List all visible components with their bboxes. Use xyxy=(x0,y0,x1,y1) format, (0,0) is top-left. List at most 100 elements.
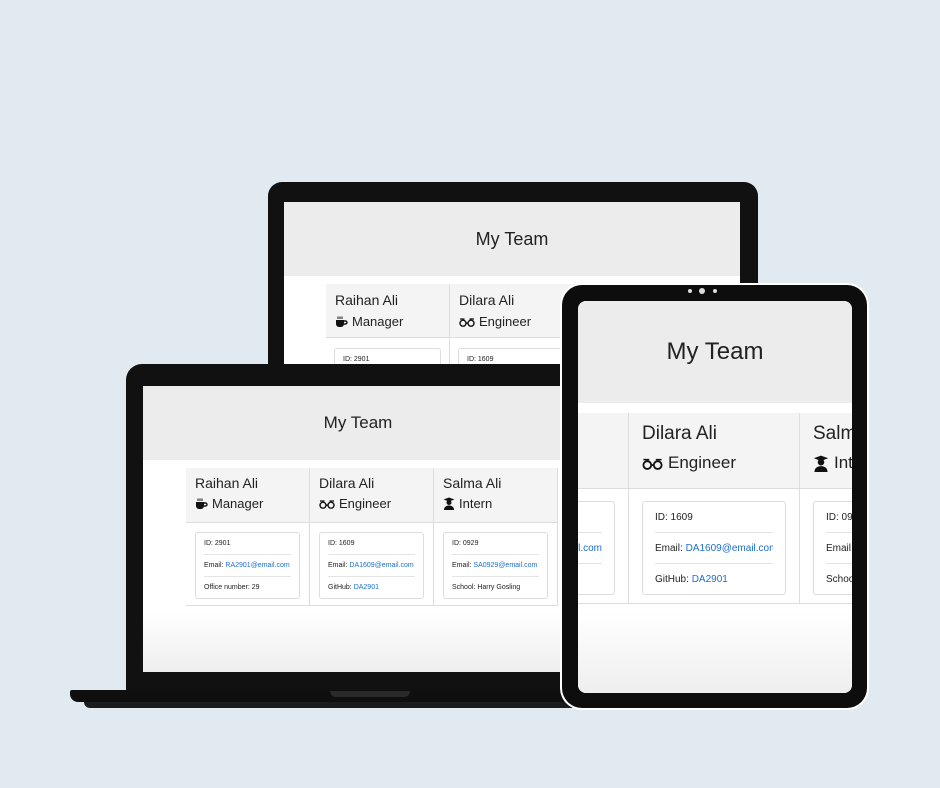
employee-role: Engineer xyxy=(319,496,424,511)
employee-github: GitHub: DA2901 xyxy=(328,577,415,598)
email-link[interactable]: SA0929@email.com xyxy=(473,562,537,569)
employee-name: Salma Ali xyxy=(443,475,502,491)
card-header: Salma Ali Intern xyxy=(434,468,557,523)
glasses-icon xyxy=(642,458,663,470)
email-link[interactable]: RA2901@email.com xyxy=(578,543,602,554)
employee-id xyxy=(578,502,602,533)
employee-id: ID: 09 xyxy=(826,502,852,533)
glasses-icon xyxy=(459,317,475,327)
office-value: 29 xyxy=(251,584,260,591)
team-cards: RA2901@email.com Dilara Ali Engineer ID:… xyxy=(578,413,852,604)
employee-card-engineer: Dilara Ali Engineer ID: 1609 Email: DA16… xyxy=(629,413,800,604)
employee-email: Email: DA1609@email.com xyxy=(655,533,773,564)
github-link[interactable]: DA2901 xyxy=(354,584,379,591)
tablet: My Team RA2901@email.com Dilara Ali xyxy=(562,285,867,708)
card-header: Salm Int xyxy=(800,413,852,489)
employee-office xyxy=(578,564,602,594)
github-label: GitHub: xyxy=(328,584,352,591)
employee-name: Raihan Ali xyxy=(335,292,399,308)
card-details: ID: 2901 Email: RA2901@email.com Office … xyxy=(195,532,300,599)
employee-school: Schoo xyxy=(826,573,852,585)
employee-id: ID: 0929 xyxy=(452,533,539,555)
employee-name: Raihan Ali xyxy=(195,475,259,491)
github-label: GitHub: xyxy=(655,573,689,585)
coffee-icon xyxy=(336,316,348,327)
email-link[interactable]: DA1609@email.com xyxy=(349,562,413,569)
employee-email: Email: SA0929@email.com xyxy=(452,555,539,577)
employee-id: ID: 2901 xyxy=(204,533,291,555)
glasses-icon xyxy=(319,499,335,509)
tablet-sensor xyxy=(688,289,692,293)
office-label: Office number: xyxy=(204,584,250,591)
team-cards: Raihan Ali Manager ID: 2901 Email: RA290… xyxy=(186,468,558,606)
card-header: Raihan Ali Manager xyxy=(186,468,309,523)
card-details: ID: 0929 Email: SA0929@email.com School:… xyxy=(443,532,548,599)
employee-card-engineer: Dilara Ali Engineer ID: 1609 Email: DA16… xyxy=(310,468,434,606)
employee-id: ID: 1609 xyxy=(328,533,415,555)
coffee-icon xyxy=(196,498,208,509)
card-details: RA2901@email.com xyxy=(578,501,615,595)
card-header: Dilara Ali Engineer xyxy=(629,413,799,489)
email-label: Email: xyxy=(655,542,683,554)
employee-name: Dilara Ali xyxy=(319,475,375,491)
employee-role: Manager xyxy=(335,314,440,329)
employee-office: Office number: 29 xyxy=(204,577,291,598)
page-header: My Team xyxy=(578,301,852,403)
employee-role: Intern xyxy=(443,496,548,511)
tablet-sensor xyxy=(713,289,717,293)
employee-card-manager: RA2901@email.com xyxy=(578,413,629,604)
laptop-screen: My Team Raihan Ali Manager ID: 2901 Emai… xyxy=(143,386,573,672)
card-header xyxy=(578,413,628,489)
page-title: My Team xyxy=(323,413,393,432)
employee-id: ID: 1609 xyxy=(655,502,773,533)
school-value: Harry Gosling xyxy=(477,584,521,591)
employee-role: Int xyxy=(813,453,852,473)
email-link[interactable]: DA1609@email.com xyxy=(686,543,773,554)
team-page: My Team Raihan Ali Manager ID: 2901 xyxy=(143,386,573,672)
employee-email: Email: xyxy=(826,533,852,564)
employee-name: Dilara Ali xyxy=(642,423,717,444)
card-header: Dilara Ali Engineer xyxy=(450,284,573,338)
page-title: My Team xyxy=(475,228,549,249)
email-label: Email: xyxy=(204,562,224,569)
employee-email: Email: DA1609@email.com xyxy=(328,555,415,577)
github-link[interactable]: DA2901 xyxy=(692,574,728,585)
role-label: Intern xyxy=(459,496,493,511)
role-label: Int xyxy=(834,453,852,472)
employee-name: Dilara Ali xyxy=(459,292,515,308)
graduate-icon xyxy=(443,497,455,510)
employee-email: Email: RA2901@email.com xyxy=(204,555,291,577)
email-label: Email: xyxy=(328,562,348,569)
role-label: Engineer xyxy=(479,314,532,329)
employee-role: Manager xyxy=(195,496,300,511)
team-page: My Team RA2901@email.com Dilara Ali xyxy=(578,301,852,693)
school-label: School: xyxy=(452,584,476,591)
card-header: Raihan Ali Manager xyxy=(326,284,449,338)
employee-github: GitHub: DA2901 xyxy=(655,564,773,594)
role-label: Engineer xyxy=(668,453,737,472)
employee-card-manager: Raihan Ali Manager ID: 2901 Email: RA290… xyxy=(186,468,310,606)
employee-card-intern: Salm Int ID: 09 Email: Schoo xyxy=(800,413,852,604)
role-label: Manager xyxy=(212,496,264,511)
graduate-icon xyxy=(813,455,829,472)
role-label: Manager xyxy=(352,314,404,329)
card-details: ID: 09 Email: Schoo xyxy=(813,501,852,595)
laptop-notch xyxy=(330,691,410,697)
email-label: Email: xyxy=(452,562,472,569)
bottom-fade xyxy=(578,613,852,693)
card-details: ID: 1609 Email: DA1609@email.com GitHub:… xyxy=(319,532,424,599)
laptop-lid: My Team Raihan Ali Manager ID: 2901 Emai… xyxy=(126,364,588,694)
card-details: ID: 1609 Email: DA1609@email.com GitHub:… xyxy=(642,501,786,595)
page-title: My Team xyxy=(666,338,764,365)
employee-email: RA2901@email.com xyxy=(578,533,602,564)
card-header: Dilara Ali Engineer xyxy=(310,468,433,523)
role-label: Engineer xyxy=(339,496,392,511)
email-link[interactable]: RA2901@email.com xyxy=(225,562,289,569)
employee-role: Engineer xyxy=(642,453,786,473)
employee-card-intern: Salma Ali Intern ID: 0929 Email: SA0929@… xyxy=(434,468,558,606)
page-header: My Team xyxy=(284,202,740,276)
employee-role: Engineer xyxy=(459,314,564,329)
laptop-base-shadow xyxy=(84,702,604,708)
employee-school: School: Harry Gosling xyxy=(452,577,539,598)
tablet-camera xyxy=(699,288,705,294)
